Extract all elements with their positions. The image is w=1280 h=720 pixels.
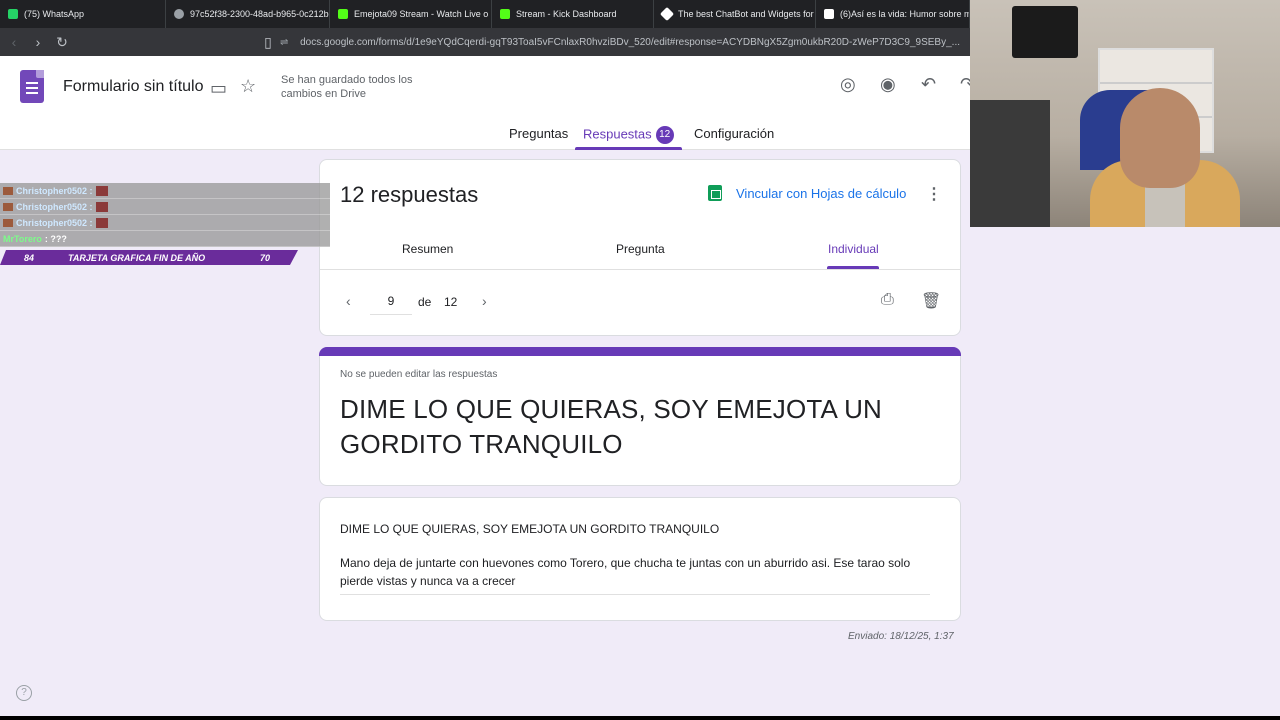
tab-label: 97c52f38-2300-48ad-b965-0c212b6 <box>190 9 330 19</box>
reload-icon[interactable]: ↻ <box>52 32 72 52</box>
globe-icon <box>174 9 184 19</box>
pager-total: 12 <box>444 295 458 309</box>
sheets-icon <box>708 185 722 201</box>
chat-message: Christopher0502 : <box>0 215 330 231</box>
preview-eye-icon[interactable]: ◉ <box>880 74 896 95</box>
undo-icon[interactable]: ↶ <box>921 74 936 95</box>
forward-icon[interactable]: › <box>28 32 48 52</box>
chevron-left-icon[interactable]: ‹ <box>346 293 351 309</box>
divider <box>320 269 960 270</box>
main-tabs: Preguntas Respuestas 12 Configuración <box>0 122 970 150</box>
browser-toolbar: ‹ › ↻ ▯ ⇌ docs.google.com/forms/d/1e9eYQ… <box>0 28 970 56</box>
stream-chat-overlay: Christopher0502 : Christopher0502 : Chri… <box>0 183 330 247</box>
tab-chatbot[interactable]: The best ChatBot and Widgets for K <box>654 0 816 28</box>
chat-user: Christopher0502 : <box>16 201 93 212</box>
save-status: Se han guardado todos los cambios en Dri… <box>281 74 413 100</box>
subtab-resumen[interactable]: Resumen <box>402 242 453 256</box>
back-icon[interactable]: ‹ <box>4 32 24 52</box>
stream-goal-bar: 84 TARJETA GRAFICA FIN DE AÑO 70 <box>0 250 298 265</box>
badge-icon <box>3 186 13 195</box>
response-index-input[interactable]: 9 <box>370 294 412 315</box>
tab-configuracion[interactable]: Configuración <box>694 126 774 141</box>
question-title: DIME LO QUE QUIERAS, SOY EMEJOTA UN GORD… <box>340 522 720 536</box>
form-header-card: No se pueden editar las respuestas DIME … <box>319 347 961 486</box>
webcam-background <box>970 100 1050 227</box>
url-text: docs.google.com/forms/d/1e9eYQdCqerdi-gq… <box>300 36 960 48</box>
chat-user: Christopher0502 : <box>16 185 93 196</box>
chat-user: MrTorero <box>3 233 42 244</box>
tab-label: (75) WhatsApp <box>24 9 85 19</box>
address-bar[interactable]: ⇌ docs.google.com/forms/d/1e9eYQdCqerdi-… <box>280 32 960 52</box>
kick-icon <box>500 9 510 19</box>
diamond-icon <box>659 6 675 22</box>
tab-emejota-stream[interactable]: Emejota09 Stream - Watch Live o <box>330 0 492 28</box>
form-title[interactable]: Formulario sin título <box>63 78 204 96</box>
pager-separator: de <box>418 295 432 309</box>
chevron-right-icon[interactable]: › <box>482 293 487 309</box>
tab-tiktok[interactable]: (6)Así es la vida: Humor sobre mamá <box>816 0 970 28</box>
tab-uuid[interactable]: 97c52f38-2300-48ad-b965-0c212b6 <box>166 0 330 28</box>
chat-text: : ??? <box>44 233 67 244</box>
form-heading: DIME LO QUE QUIERAS, SOY EMEJOTA UN GORD… <box>340 394 883 459</box>
tab-kick-dashboard[interactable]: Stream - Kick Dashboard <box>492 0 654 28</box>
goal-target: 70 <box>260 252 271 263</box>
emote-icon <box>95 201 108 212</box>
question-card: DIME LO QUE QUIERAS, SOY EMEJOTA UN GORD… <box>319 497 961 621</box>
goal-current: 84 <box>24 252 35 263</box>
site-info-icon: ⇌ <box>280 36 289 48</box>
star-icon[interactable]: ☆ <box>240 76 256 97</box>
tab-respuestas-label: Respuestas <box>583 126 652 142</box>
tab-label: The best ChatBot and Widgets for K <box>678 9 816 19</box>
print-icon[interactable]: ⎙ <box>881 291 894 309</box>
help-icon[interactable]: ? <box>16 685 32 701</box>
bottom-edge <box>0 716 1280 720</box>
browser-tab-bar: (75) WhatsApp 97c52f38-2300-48ad-b965-0c… <box>0 0 970 28</box>
tab-whatsapp[interactable]: (75) WhatsApp <box>0 0 166 28</box>
tab-label: (6)Así es la vida: Humor sobre mamá <box>840 9 969 19</box>
subtab-pregunta[interactable]: Pregunta <box>616 242 665 256</box>
tiktok-icon <box>824 9 834 19</box>
google-forms-logo-icon[interactable] <box>20 70 44 103</box>
folder-icon[interactable]: ▭ <box>210 78 227 99</box>
chat-message: MrTorero : ??? <box>0 231 330 247</box>
tab-respuestas[interactable]: Respuestas 12 <box>583 126 674 144</box>
more-vert-icon[interactable]: ⋮ <box>926 184 942 204</box>
palette-icon[interactable]: ◎ <box>840 74 856 95</box>
goal-label: TARJETA GRAFICA FIN DE AÑO <box>68 252 206 263</box>
kick-icon <box>338 9 348 19</box>
badge-icon <box>3 218 13 227</box>
webcam-tv <box>1012 6 1078 58</box>
chat-message: Christopher0502 : <box>0 183 330 199</box>
submitted-timestamp: Enviado: 18/12/25, 1:37 <box>848 631 954 642</box>
chat-user: Christopher0502 : <box>16 217 93 228</box>
whatsapp-icon <box>8 9 18 19</box>
responses-count-badge: 12 <box>655 126 674 144</box>
tab-label: Stream - Kick Dashboard <box>516 9 617 19</box>
answer-text: Mano deja de juntarte con huevones como … <box>340 554 930 595</box>
responses-count: 12 respuestas <box>340 182 479 207</box>
emote-icon <box>95 217 108 228</box>
webcam-feed <box>970 0 1280 227</box>
active-tab-indicator <box>575 147 682 150</box>
webcam-person-head <box>1120 88 1200 188</box>
link-sheets-button[interactable]: Vincular con Hojas de cálculo <box>708 185 906 201</box>
emote-icon <box>95 185 108 196</box>
accent-strip <box>319 347 961 356</box>
subtab-individual[interactable]: Individual <box>828 242 879 256</box>
no-edit-notice: No se pueden editar las respuestas <box>340 369 498 380</box>
link-sheets-label: Vincular con Hojas de cálculo <box>736 185 907 201</box>
trash-icon[interactable]: 🗑 <box>921 291 941 311</box>
tab-label: Emejota09 Stream - Watch Live o <box>354 9 489 19</box>
forms-header: Formulario sin título ▭ ☆ Se han guardad… <box>0 56 975 150</box>
chat-message: Christopher0502 : <box>0 199 330 215</box>
responses-summary-card: 12 respuestas Vincular con Hojas de cálc… <box>319 159 961 336</box>
tab-preguntas[interactable]: Preguntas <box>509 126 568 141</box>
badge-icon <box>3 202 13 211</box>
bookmark-icon[interactable]: ▯ <box>258 32 278 52</box>
